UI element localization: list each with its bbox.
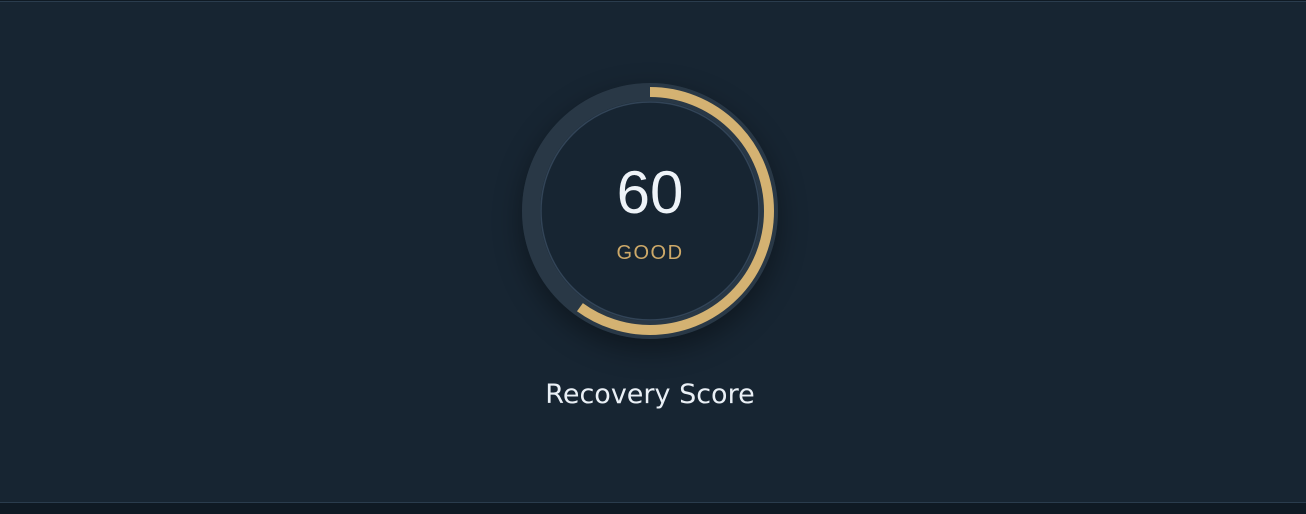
score-label: Recovery Score <box>545 379 755 410</box>
score-value: 60 <box>616 159 684 226</box>
recovery-panel: 60 GOOD Recovery Score <box>0 1 1306 503</box>
score-status: GOOD <box>616 242 684 264</box>
